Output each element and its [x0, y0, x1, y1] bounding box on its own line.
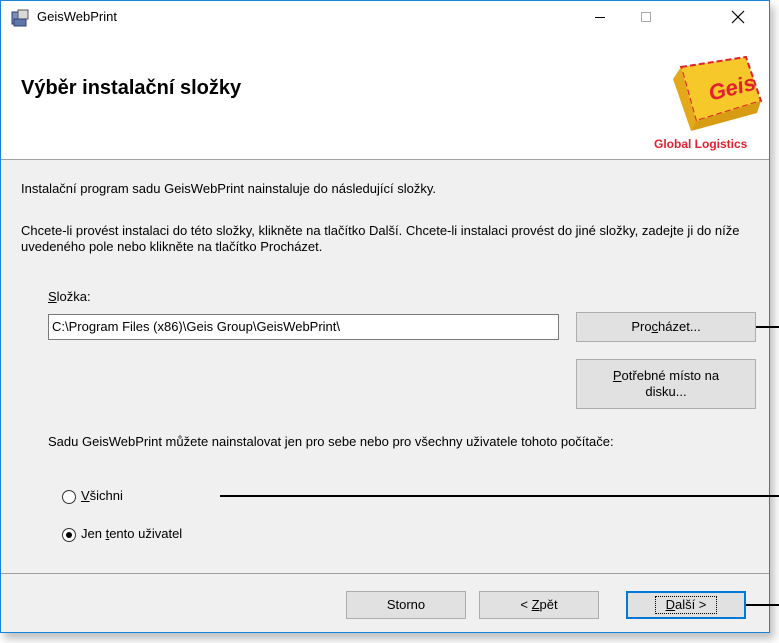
annotation-line-browse — [756, 326, 779, 328]
footer-separator — [1, 573, 769, 574]
close-button[interactable] — [715, 1, 761, 33]
window-title: GeisWebPrint — [37, 9, 117, 24]
next-button[interactable]: Další > — [626, 591, 746, 619]
intro-text: Instalační program sadu GeisWebPrint nai… — [21, 181, 437, 196]
title-bar: GeisWebPrint — [1, 1, 769, 33]
installer-app-icon — [11, 9, 29, 27]
minimize-button[interactable] — [577, 1, 623, 33]
users-text: Sadu GeisWebPrint můžete nainstalovat je… — [48, 434, 614, 449]
next-button-label: Další > — [654, 596, 718, 614]
maximize-icon — [641, 12, 651, 22]
radio-just-me[interactable] — [62, 528, 76, 542]
annotation-line-radio — [220, 495, 779, 497]
folder-path-input[interactable]: C:\Program Files (x86)\Geis Group\GeisWe… — [48, 314, 559, 340]
folder-label: Složka: — [48, 289, 91, 304]
browse-button[interactable]: Procházet... — [576, 312, 756, 342]
back-button[interactable]: < Zpět — [479, 591, 599, 619]
annotation-line-next — [746, 604, 779, 606]
radio-all-users-label[interactable]: Všichni — [81, 488, 123, 503]
instructions-text: Chcete-li provést instalaci do této slož… — [21, 223, 740, 254]
page-title: Výběr instalační složky — [21, 77, 242, 99]
browse-button-label: Procházet... — [631, 319, 701, 334]
disk-space-button[interactable]: Potřebné místo na disku... — [576, 359, 756, 409]
cancel-button[interactable]: Storno — [346, 591, 466, 619]
minimize-icon — [595, 17, 605, 18]
radio-all-users[interactable] — [62, 490, 76, 504]
logo-caption: Global Logistics — [654, 137, 748, 151]
installer-window: GeisWebPrint Výběr instalační složky Gei… — [0, 0, 770, 633]
close-icon — [731, 10, 745, 24]
maximize-button[interactable] — [623, 1, 669, 33]
back-button-label: < Zpět — [520, 597, 558, 612]
radio-selected-dot — [66, 532, 72, 538]
radio-just-me-label[interactable]: Jen tento uživatel — [81, 526, 182, 541]
header-banner: Výběr instalační složky Geis Global Logi… — [1, 33, 769, 160]
disk-space-button-label: Potřebné místo na disku... — [612, 368, 720, 399]
